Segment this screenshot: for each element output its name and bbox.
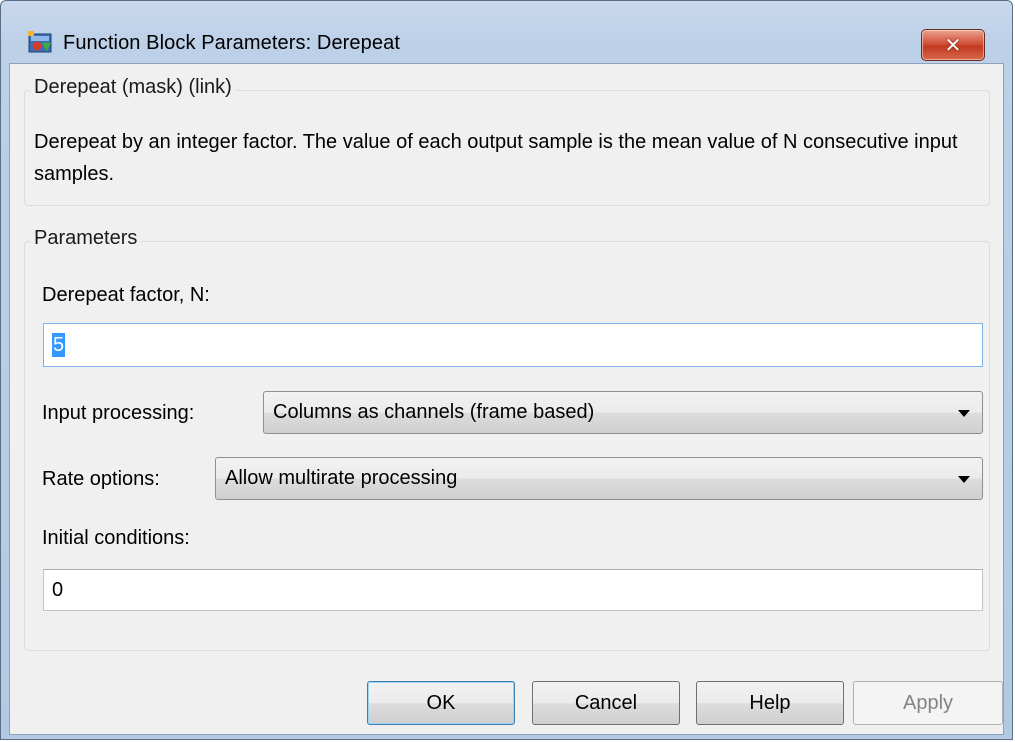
derepeat-factor-value: 5 — [52, 333, 66, 357]
chevron-down-icon — [958, 475, 970, 483]
description-legend: Derepeat (mask) (link) — [30, 76, 236, 99]
ok-button[interactable]: OK — [367, 681, 515, 725]
rate-options-label: Rate options: — [42, 468, 160, 490]
initial-conditions-input[interactable]: 0 — [43, 569, 983, 611]
close-icon: ✕ — [944, 33, 962, 57]
window-title: Function Block Parameters: Derepeat — [63, 32, 400, 54]
initial-conditions-label: Initial conditions: — [42, 527, 190, 549]
derepeat-factor-input[interactable]: 5 — [43, 323, 983, 367]
dialog-window: Function Block Parameters: Derepeat ✕ De… — [0, 0, 1013, 740]
apply-button[interactable]: Apply — [853, 681, 1003, 725]
initial-conditions-value: 0 — [52, 578, 64, 601]
parameters-legend: Parameters — [30, 227, 142, 250]
input-processing-label: Input processing: — [42, 402, 195, 424]
rate-options-select[interactable]: Allow multirate processing — [215, 457, 983, 500]
block-description: Derepeat by an integer factor. The value… — [34, 131, 958, 185]
derepeat-factor-label: Derepeat factor, N: — [42, 284, 210, 306]
rate-options-value: Allow multirate processing — [225, 467, 458, 489]
input-processing-value: Columns as channels (frame based) — [273, 401, 595, 423]
simulink-block-icon — [28, 31, 52, 53]
dialog-client-area: Derepeat (mask) (link) Derepeat by an in… — [9, 63, 1004, 735]
close-button[interactable]: ✕ — [921, 29, 985, 61]
help-button[interactable]: Help — [696, 681, 844, 725]
title-bar[interactable]: Function Block Parameters: Derepeat ✕ — [1, 1, 1012, 63]
cancel-button[interactable]: Cancel — [532, 681, 680, 725]
input-processing-select[interactable]: Columns as channels (frame based) — [263, 391, 983, 434]
chevron-down-icon — [958, 409, 970, 417]
